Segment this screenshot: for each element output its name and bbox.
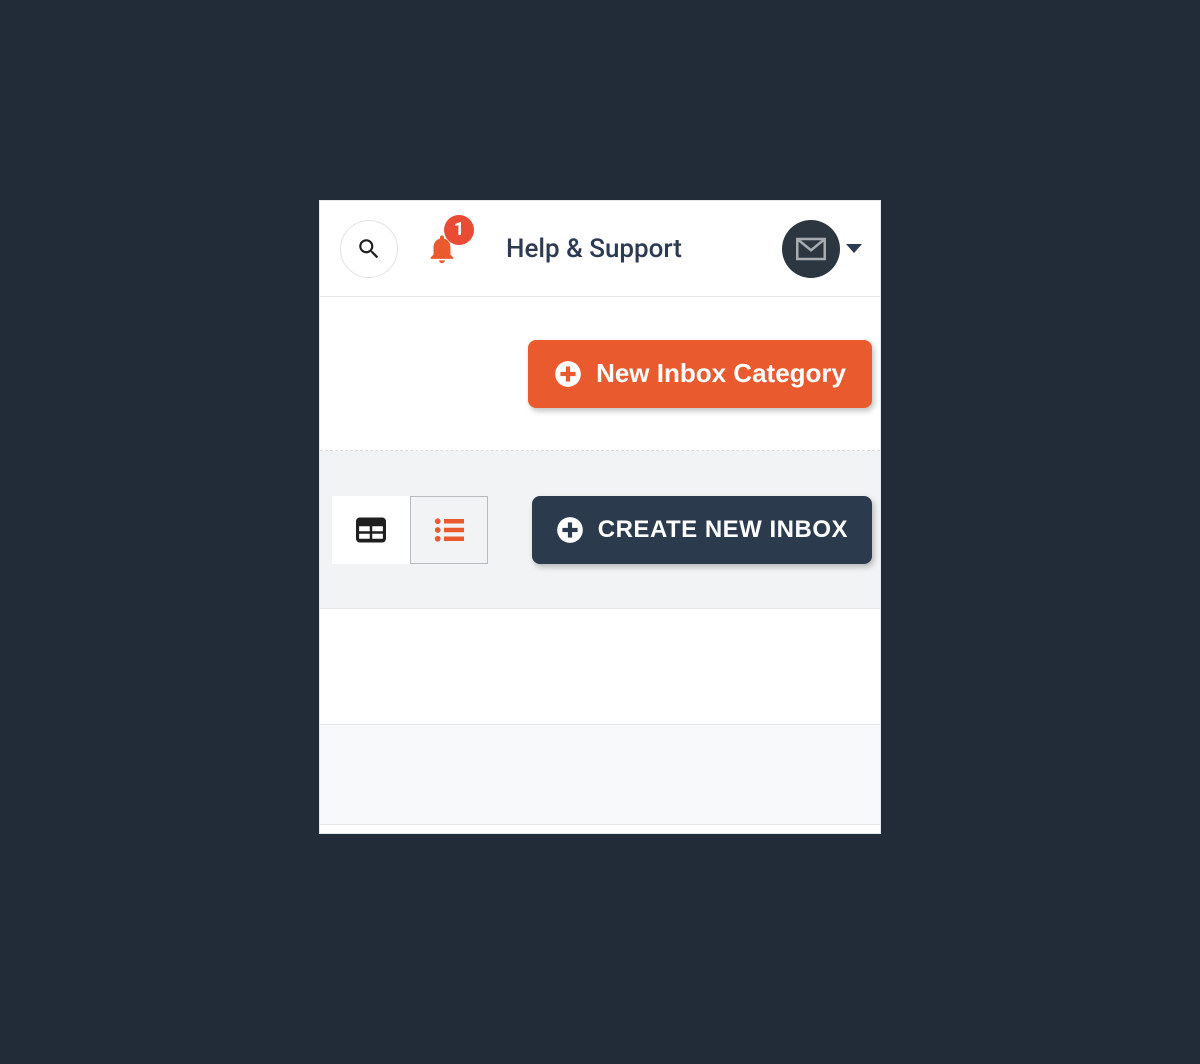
new-inbox-category-button[interactable]: New Inbox Category bbox=[528, 340, 872, 408]
button-label: New Inbox Category bbox=[596, 358, 846, 389]
grid-icon bbox=[356, 517, 386, 543]
help-support-link[interactable]: Help & Support bbox=[506, 234, 682, 264]
caret-down-icon bbox=[846, 244, 862, 253]
grid-view-button[interactable] bbox=[332, 496, 410, 564]
plus-circle-icon bbox=[554, 360, 582, 388]
header-bar: 1 Help & Support bbox=[320, 201, 880, 297]
notification-badge: 1 bbox=[444, 215, 474, 245]
notifications-button[interactable]: 1 bbox=[420, 227, 464, 271]
toolbar-row: CREATE NEW INBOX bbox=[320, 451, 880, 609]
content-row bbox=[320, 725, 880, 825]
category-action-row: New Inbox Category bbox=[320, 297, 880, 451]
mail-icon bbox=[796, 237, 826, 261]
content-row bbox=[320, 609, 880, 725]
app-panel: 1 Help & Support New Inbox Category bbox=[319, 200, 881, 834]
list-icon bbox=[434, 517, 464, 543]
user-menu[interactable] bbox=[782, 220, 862, 278]
view-toggle bbox=[332, 496, 488, 564]
search-button[interactable] bbox=[340, 220, 398, 278]
search-icon bbox=[356, 236, 382, 262]
avatar bbox=[782, 220, 840, 278]
list-view-button[interactable] bbox=[410, 496, 488, 564]
plus-circle-icon bbox=[556, 516, 584, 544]
create-new-inbox-button[interactable]: CREATE NEW INBOX bbox=[532, 496, 872, 564]
button-label: CREATE NEW INBOX bbox=[598, 516, 848, 544]
content-row bbox=[320, 825, 880, 833]
